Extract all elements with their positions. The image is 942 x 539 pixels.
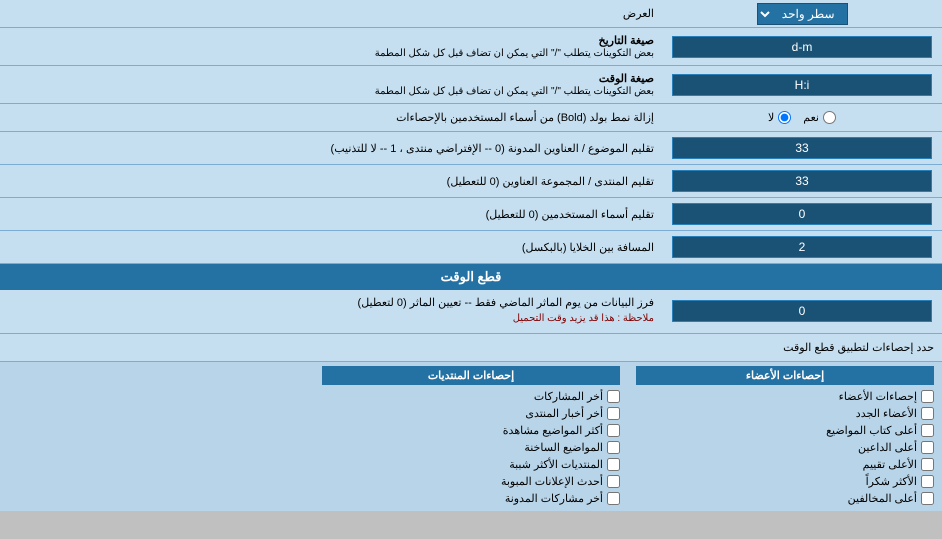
forum-order-label: تقليم المنتدى / المجموعة العناوين (0 للت… bbox=[0, 171, 662, 192]
display-select-area: سطر واحد bbox=[662, 3, 942, 25]
spacing-label: المسافة بين الخلايا (بالبكسل) bbox=[0, 237, 662, 258]
list-item: أخر المشاركات bbox=[322, 388, 620, 405]
usernames-label: تقليم أسماء المستخدمين (0 للتعطيل) bbox=[0, 204, 662, 225]
stats-members-col: إحصاءات الأعضاء إحصاءات الأعضاء الأعضاء … bbox=[628, 362, 942, 511]
time-format-input-area bbox=[662, 71, 942, 99]
forum-order-input-area bbox=[662, 167, 942, 195]
bold-yes-label: نعم bbox=[803, 111, 819, 124]
display-label: العرض bbox=[0, 3, 662, 24]
list-item: أعلى كتاب المواضيع bbox=[636, 422, 934, 439]
stats-columns: إحصاءات الأعضاء إحصاءات الأعضاء الأعضاء … bbox=[0, 362, 942, 511]
cb-last-blog-posts[interactable] bbox=[607, 492, 620, 505]
bold-no-label: لا bbox=[768, 111, 774, 124]
list-item: إحصاءات الأعضاء bbox=[636, 388, 934, 405]
date-format-input-area bbox=[662, 33, 942, 61]
stats-posts-col: إحصاءات المنتديات أخر المشاركات أخر أخبا… bbox=[314, 362, 628, 511]
list-item: أخر أخبار المنتدى bbox=[322, 405, 620, 422]
list-item: أعلى المخالفين bbox=[636, 490, 934, 507]
list-item: الأعلى تقييم bbox=[636, 456, 934, 473]
cb-members-stats[interactable] bbox=[921, 390, 934, 403]
cb-top-rated[interactable] bbox=[921, 458, 934, 471]
forum-order-input[interactable] bbox=[682, 171, 922, 191]
bold-radio-area: نعم لا bbox=[662, 111, 942, 124]
cb-top-topic-writers[interactable] bbox=[921, 424, 934, 437]
time-format-input[interactable] bbox=[682, 75, 922, 95]
cb-latest-classifieds[interactable] bbox=[607, 475, 620, 488]
stats-empty-col bbox=[0, 362, 314, 511]
topic-order-input[interactable] bbox=[682, 138, 922, 158]
spacing-input[interactable] bbox=[682, 237, 922, 257]
stats-limit-label: حدد إحصاءات لتطبيق قطع الوقت bbox=[0, 337, 942, 358]
cut-input-area bbox=[662, 297, 942, 325]
list-item: أعلى الداعين bbox=[636, 439, 934, 456]
stats-posts-header: إحصاءات المنتديات bbox=[322, 366, 620, 385]
cb-last-posts[interactable] bbox=[607, 390, 620, 403]
bold-no-radio[interactable] bbox=[778, 111, 791, 124]
date-format-label: صيغة التاريخ بعض التكوينات يتطلب "/" الت… bbox=[0, 30, 662, 63]
usernames-input[interactable] bbox=[682, 204, 922, 224]
list-item: أخر مشاركات المدونة bbox=[322, 490, 620, 507]
cb-new-members[interactable] bbox=[921, 407, 934, 420]
time-format-label: صيغة الوقت بعض التكوينات يتطلب "/" التي … bbox=[0, 68, 662, 101]
list-item: أكثر المواضيع مشاهدة bbox=[322, 422, 620, 439]
cb-top-preachers[interactable] bbox=[921, 441, 934, 454]
list-item: الأكثر شكراً bbox=[636, 473, 934, 490]
date-format-input[interactable] bbox=[682, 37, 922, 57]
cut-input[interactable] bbox=[682, 301, 922, 321]
list-item: المواضيع الساخنة bbox=[322, 439, 620, 456]
cb-last-news[interactable] bbox=[607, 407, 620, 420]
topic-order-input-area bbox=[662, 134, 942, 162]
list-item: الأعضاء الجدد bbox=[636, 405, 934, 422]
display-select[interactable]: سطر واحد bbox=[757, 3, 848, 25]
stats-members-header: إحصاءات الأعضاء bbox=[636, 366, 934, 385]
bold-yes-radio[interactable] bbox=[823, 111, 836, 124]
cb-most-thankful[interactable] bbox=[921, 475, 934, 488]
spacing-input-area bbox=[662, 233, 942, 261]
cut-label: فرز البيانات من يوم الماثر الماضي فقط --… bbox=[0, 292, 662, 331]
bold-label: إزالة نمط بولد (Bold) من أسماء المستخدمي… bbox=[0, 107, 662, 128]
cut-section-header: قطع الوقت bbox=[0, 264, 942, 290]
list-item: أحدث الإعلانات المبوبة bbox=[322, 473, 620, 490]
list-item: المنتديات الأكثر شببة bbox=[322, 456, 620, 473]
topic-order-label: تقليم الموضوع / العناوين المدونة (0 -- ا… bbox=[0, 138, 662, 159]
cb-most-popular-forums[interactable] bbox=[607, 458, 620, 471]
cb-hot-topics[interactable] bbox=[607, 441, 620, 454]
cb-top-violators[interactable] bbox=[921, 492, 934, 505]
cb-most-viewed[interactable] bbox=[607, 424, 620, 437]
usernames-input-area bbox=[662, 200, 942, 228]
